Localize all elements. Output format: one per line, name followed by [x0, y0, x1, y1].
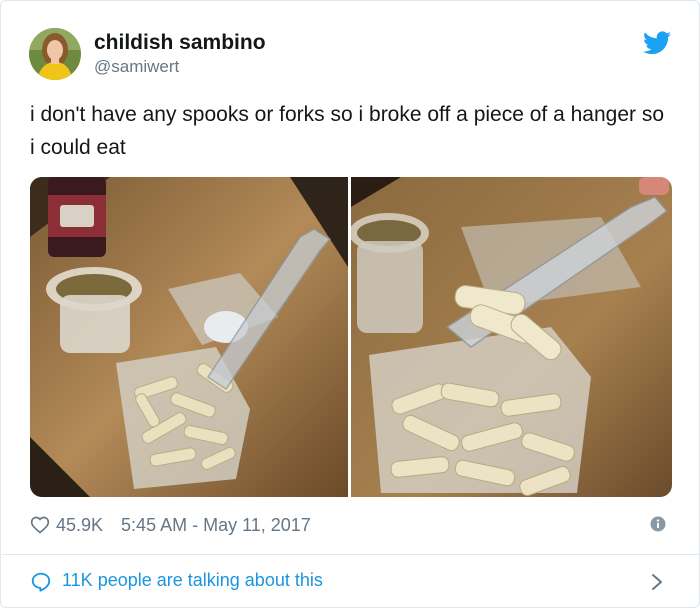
like-count: 45.9K [56, 514, 104, 535]
conversation-link[interactable]: 11K people are talking about this [2, 555, 700, 607]
like-button[interactable]: 45.9K [30, 515, 121, 536]
tweet-card: childish sambino @samiwert i don't have … [0, 0, 700, 608]
twitter-bird-icon[interactable] [643, 31, 671, 55]
food-photo-right[interactable] [349, 177, 672, 497]
tweet-media[interactable] [30, 177, 672, 497]
avatar[interactable] [29, 28, 81, 80]
speech-bubble-icon [30, 571, 52, 593]
food-photo-left[interactable] [30, 177, 348, 497]
info-icon[interactable] [650, 516, 666, 532]
conversation-text: 11K people are talking about this [62, 570, 323, 590]
tweet-text: i don't have any spooks or forks so i br… [30, 103, 664, 159]
tweet-timestamp[interactable]: 5:45 AM - May 11, 2017 [121, 515, 311, 536]
heart-icon [30, 515, 50, 535]
author-handle[interactable]: @samiwert [94, 57, 179, 77]
chevron-right-icon [650, 572, 664, 592]
tweet-meta: 45.9K 5:45 AM - May 11, 2017 [30, 512, 311, 538]
author-display-name[interactable]: childish sambino [94, 31, 266, 55]
